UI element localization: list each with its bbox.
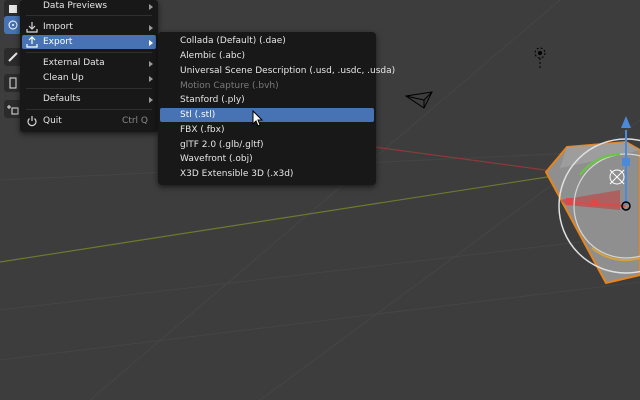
menu-item-label: X3D Extensible 3D (.x3d) xyxy=(180,169,294,179)
export-wavefront-obj[interactable]: Wavefront (.obj) xyxy=(160,152,374,166)
menu-item-label: Motion Capture (.bvh) xyxy=(180,81,279,91)
cursor-icon xyxy=(8,20,18,30)
shortcut-label: Ctrl Q xyxy=(122,116,148,126)
camera-icon[interactable] xyxy=(404,91,433,109)
export-x3d[interactable]: X3D Extensible 3D (.x3d) xyxy=(160,167,374,181)
menu-item-label: glTF 2.0 (.glb/.gltf) xyxy=(180,140,264,150)
export-bvh: Motion Capture (.bvh) xyxy=(160,79,374,93)
menu-item-label: Data Previews xyxy=(43,1,108,11)
export-stl[interactable]: Stl (.stl) xyxy=(160,108,374,122)
mouse-pointer-icon xyxy=(252,110,264,127)
export-gltf[interactable]: glTF 2.0 (.glb/.gltf) xyxy=(160,138,374,152)
submenu-arrow-icon xyxy=(149,4,153,10)
submenu-arrow-icon xyxy=(149,61,153,67)
add-cube-icon xyxy=(7,105,19,115)
export-stanford-ply[interactable]: Stanford (.ply) xyxy=(160,93,374,107)
menu-item-label: External Data xyxy=(43,58,105,68)
file-menu: Data Previews Import Export External Dat… xyxy=(20,0,158,132)
export-alembic[interactable]: Alembic (.abc) xyxy=(160,49,374,63)
menu-item-label: Wavefront (.obj) xyxy=(180,154,253,164)
submenu-arrow-icon xyxy=(149,97,153,103)
menu-separator xyxy=(26,109,152,110)
menu-item-import[interactable]: Import xyxy=(22,20,156,34)
power-icon xyxy=(27,116,37,127)
select-box-icon xyxy=(9,5,17,13)
menu-separator xyxy=(26,15,152,16)
menu-item-clean-up[interactable]: Clean Up xyxy=(22,71,156,85)
light-icon[interactable] xyxy=(534,47,546,68)
menu-item-label: FBX (.fbx) xyxy=(180,125,225,135)
menu-item-label: Stl (.stl) xyxy=(180,110,216,120)
menu-item-quit[interactable]: Quit Ctrl Q xyxy=(22,114,156,128)
menu-item-export[interactable]: Export xyxy=(22,35,156,49)
import-icon xyxy=(26,22,38,33)
submenu-arrow-icon xyxy=(149,25,153,31)
export-usd[interactable]: Universal Scene Description (.usd, .usdc… xyxy=(160,64,395,78)
export-collada[interactable]: Collada (Default) (.dae) xyxy=(160,34,374,48)
menu-item-label: Export xyxy=(43,37,73,47)
menu-item-label: Quit xyxy=(43,116,62,126)
pencil-icon xyxy=(8,52,18,62)
export-icon xyxy=(26,36,38,48)
menu-item-external-data[interactable]: External Data xyxy=(22,56,156,70)
menu-separator xyxy=(26,88,152,89)
ruler-icon xyxy=(9,77,17,89)
export-submenu: Collada (Default) (.dae) Alembic (.abc) … xyxy=(158,32,395,185)
menu-item-defaults[interactable]: Defaults xyxy=(22,92,156,106)
y-axis-line xyxy=(0,174,561,263)
x-axis-line xyxy=(359,144,561,173)
menu-item-label: Alembic (.abc) xyxy=(180,51,246,61)
menu-separator xyxy=(26,52,152,53)
menu-item-data-previews[interactable]: Data Previews xyxy=(22,0,156,13)
menu-item-label: Import xyxy=(43,22,73,32)
submenu-arrow-icon xyxy=(149,76,153,82)
submenu-arrow-icon xyxy=(149,40,153,46)
menu-item-label: Collada (Default) (.dae) xyxy=(180,36,286,46)
menu-item-label: Defaults xyxy=(43,94,81,104)
export-fbx[interactable]: FBX (.fbx) xyxy=(160,123,374,137)
menu-item-label: Universal Scene Description (.usd, .usdc… xyxy=(180,66,396,76)
menu-item-label: Clean Up xyxy=(43,73,84,83)
menu-item-label: Stanford (.ply) xyxy=(180,95,245,105)
